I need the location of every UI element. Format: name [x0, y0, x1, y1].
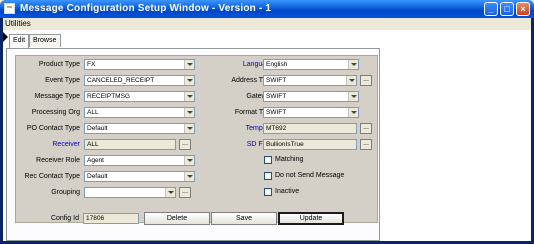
title-bar[interactable]: Message Configuration Setup Window - Ver… [0, 0, 534, 18]
receiver-browse-button[interactable]: ... [179, 139, 191, 150]
menu-bar: Utilities [3, 18, 531, 30]
receiver-field[interactable]: ALL [84, 139, 176, 150]
product-type-label: Product Type [38, 61, 80, 68]
po-contact-type-select[interactable]: Default [84, 123, 195, 134]
minimize-button[interactable]: _ [484, 2, 498, 16]
collapse-arrow-icon[interactable] [3, 32, 8, 42]
processing-org-label: Processing Org [31, 109, 80, 116]
rec-contact-type-value: Default [87, 173, 108, 180]
event-type-select[interactable]: CANCELED_RECEIPT [84, 75, 195, 86]
template-field[interactable]: MT692 [263, 123, 357, 134]
maximize-button[interactable]: □ [500, 2, 514, 16]
address-type-select[interactable]: SWIFT [263, 75, 357, 86]
tab-edit[interactable]: Edit [9, 34, 29, 48]
message-type-value: RECEIPTMSG [87, 93, 130, 100]
chevron-down-icon[interactable] [184, 60, 194, 69]
gateway-select[interactable]: SWIFT [263, 91, 359, 102]
chevron-down-icon[interactable] [348, 92, 358, 101]
po-contact-type-value: Default [87, 125, 108, 132]
receiver-label[interactable]: Receiver [17, 141, 80, 148]
receiver-role-select[interactable]: Agent [84, 155, 195, 166]
address-type-browse-button[interactable]: ... [360, 75, 372, 86]
template-value: MT692 [266, 125, 287, 132]
chevron-down-icon[interactable] [348, 60, 358, 69]
processing-org-select[interactable]: ALL [84, 107, 195, 118]
tab-browse[interactable]: Browse [29, 34, 61, 47]
window-client: Utilities Edit Browse Config Id 17806 De… [3, 18, 531, 241]
inactive-label: Inactive [275, 188, 300, 195]
do-not-send-message-label: Do not Send Message [275, 172, 345, 179]
sd-filter-value: BullionIsTrue [266, 141, 304, 148]
grouping-label: Grouping [51, 189, 80, 196]
inactive-checkbox[interactable] [264, 188, 272, 196]
chevron-down-icon[interactable] [184, 76, 194, 85]
template-browse-button[interactable]: ... [360, 123, 372, 134]
app-icon [4, 3, 15, 14]
format-type-select[interactable]: SWIFT [263, 107, 359, 118]
app-window: Message Configuration Setup Window - Ver… [0, 0, 534, 244]
chevron-down-icon[interactable] [184, 92, 194, 101]
rec-contact-type-select[interactable]: Default [84, 171, 195, 182]
processing-org-value: ALL [87, 109, 99, 116]
config-id-field: 17806 [83, 213, 139, 224]
grouping-browse-button[interactable]: ... [179, 187, 191, 198]
window-title: Message Configuration Setup Window - Ver… [20, 3, 272, 14]
language-value: English [266, 61, 288, 68]
matching-label: Matching [275, 156, 304, 163]
chevron-down-icon[interactable] [184, 108, 194, 117]
save-button[interactable]: Save [211, 212, 277, 225]
delete-button[interactable]: Delete [144, 212, 210, 225]
chevron-down-icon[interactable] [184, 156, 194, 165]
sd-filter-browse-button[interactable]: ... [360, 139, 372, 150]
chevron-down-icon[interactable] [346, 76, 356, 85]
matching-checkbox[interactable] [264, 156, 272, 164]
receiver-role-label: Receiver Role [36, 157, 80, 164]
chevron-down-icon[interactable] [165, 188, 175, 197]
format-type-value: SWIFT [266, 109, 287, 116]
message-type-select[interactable]: RECEIPTMSG [84, 91, 195, 102]
update-button[interactable]: Update [278, 212, 344, 225]
event-type-label: Event Type [45, 77, 80, 84]
chevron-down-icon[interactable] [184, 172, 194, 181]
po-contact-type-label: PO Contact Type [26, 125, 80, 132]
product-type-select[interactable]: FX [84, 59, 195, 70]
message-type-label: Message Type [34, 93, 80, 100]
address-type-value: SWIFT [266, 77, 287, 84]
close-button[interactable]: × [516, 2, 530, 16]
chevron-down-icon[interactable] [184, 124, 194, 133]
grouping-select[interactable] [84, 187, 176, 198]
chevron-down-icon[interactable] [348, 108, 358, 117]
product-type-value: FX [87, 61, 96, 68]
receiver-role-value: Agent [87, 157, 104, 164]
sd-filter-field[interactable]: BullionIsTrue [263, 139, 357, 150]
do-not-send-message-checkbox[interactable] [264, 172, 272, 180]
menu-utilities[interactable]: Utilities [5, 19, 31, 28]
receiver-value: ALL [87, 141, 99, 148]
event-type-value: CANCELED_RECEIPT [87, 77, 155, 84]
gateway-value: SWIFT [266, 93, 287, 100]
rec-contact-type-label: Rec Contact Type [24, 173, 80, 180]
language-select[interactable]: English [263, 59, 359, 70]
config-id-label: Config Id [50, 215, 79, 222]
